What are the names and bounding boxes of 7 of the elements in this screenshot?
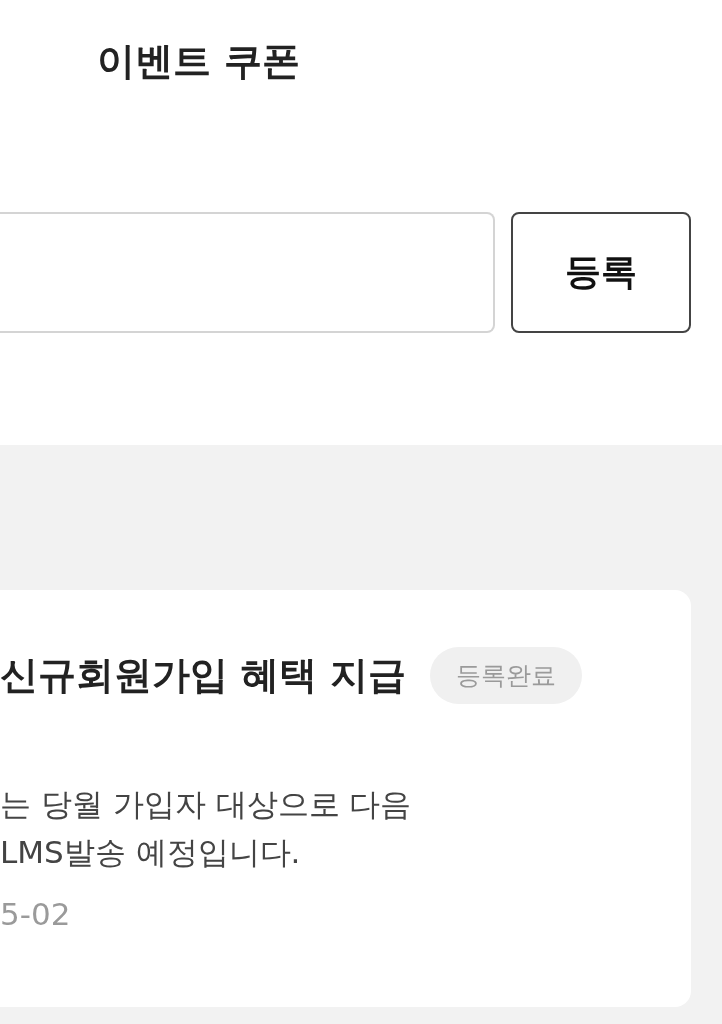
register-button[interactable]: 등록 bbox=[511, 212, 691, 333]
coupon-code-field[interactable] bbox=[0, 212, 495, 333]
status-badge: 등록완료 bbox=[430, 647, 583, 704]
page-title: 이벤트 쿠폰 bbox=[97, 38, 301, 85]
coupon-date: 5-02 bbox=[0, 896, 71, 932]
coupon-title: 신규회원가입 혜택 지급 bbox=[0, 652, 407, 699]
coupon-description: 는 당월 가입자 대상으로 다음 LMS발송 예정입니다. bbox=[0, 785, 412, 872]
